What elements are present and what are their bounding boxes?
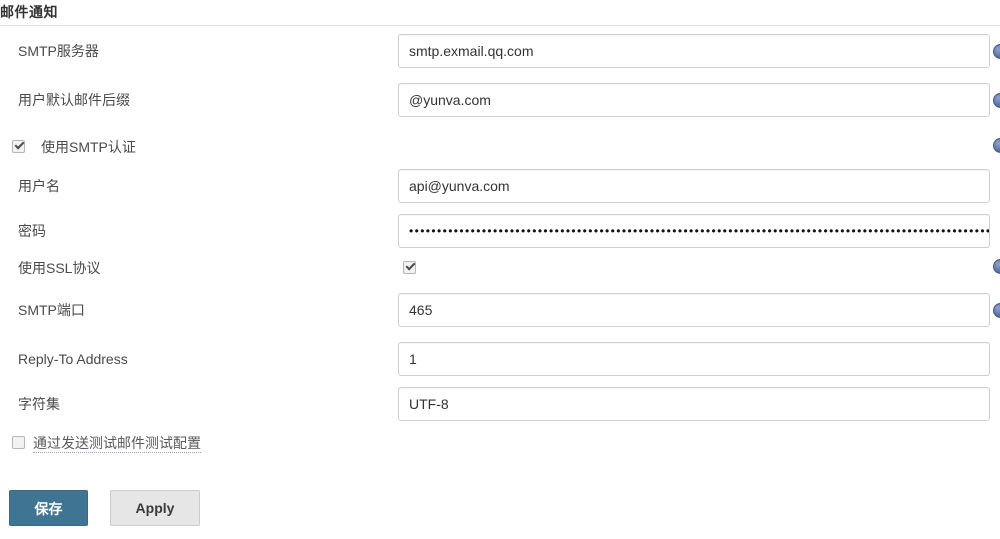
send-test-mail-checkbox[interactable] (12, 436, 25, 449)
password-input[interactable]: ••••••••••••••••••••••••••••••••••••••••… (398, 214, 990, 248)
row-smtp-server: SMTP服务器 smtp.exmail.qq.com (0, 34, 1000, 70)
label-use-smtp-auth: 使用SMTP认证 (41, 139, 136, 155)
page-title: 邮件通知 (0, 4, 58, 20)
row-reply-to-address: Reply-To Address 1 (0, 342, 1000, 378)
label-use-ssl: 使用SSL协议 (18, 260, 101, 276)
label-smtp-port: SMTP端口 (18, 302, 85, 318)
mail-notification-settings-page: 邮件通知 SMTP服务器 smtp.exmail.qq.com 用户默认邮件后缀… (0, 0, 1000, 539)
smtp-port-input[interactable]: 465 (398, 293, 990, 327)
row-username: 用户名 api@yunva.com (0, 169, 1000, 205)
row-use-ssl: 使用SSL协议 (0, 259, 1000, 279)
title-divider (0, 25, 1000, 26)
use-smtp-auth-checkbox[interactable] (12, 140, 25, 153)
apply-button[interactable]: Apply (110, 490, 200, 526)
row-default-mail-suffix: 用户默认邮件后缀 @yunva.com (0, 83, 1000, 119)
help-info-icon[interactable] (993, 93, 1000, 108)
label-password: 密码 (18, 223, 46, 239)
label-username: 用户名 (18, 178, 60, 194)
use-ssl-checkbox[interactable] (403, 261, 416, 274)
label-default-mail-suffix: 用户默认邮件后缀 (18, 92, 130, 108)
help-info-icon[interactable] (993, 44, 1000, 59)
help-info-icon[interactable] (993, 303, 1000, 318)
row-send-test-mail: 通过发送测试邮件测试配置 (0, 434, 1000, 454)
help-info-icon[interactable] (993, 259, 1000, 274)
label-charset: 字符集 (18, 396, 60, 412)
label-send-test-mail: 通过发送测试邮件测试配置 (33, 435, 201, 453)
row-use-smtp-auth: 使用SMTP认证 (0, 138, 1000, 158)
smtp-server-input[interactable]: smtp.exmail.qq.com (398, 34, 990, 68)
save-button[interactable]: 保存 (9, 490, 88, 526)
reply-to-address-input[interactable]: 1 (398, 342, 990, 376)
row-smtp-port: SMTP端口 465 (0, 293, 1000, 329)
help-info-icon[interactable] (993, 138, 1000, 153)
label-reply-to-address: Reply-To Address (18, 351, 128, 367)
row-charset: 字符集 UTF-8 (0, 387, 1000, 423)
row-password: 密码 •••••••••••••••••••••••••••••••••••••… (0, 214, 1000, 250)
default-mail-suffix-input[interactable]: @yunva.com (398, 83, 990, 117)
charset-input[interactable]: UTF-8 (398, 387, 990, 421)
username-input[interactable]: api@yunva.com (398, 169, 990, 203)
label-smtp-server: SMTP服务器 (18, 43, 99, 59)
